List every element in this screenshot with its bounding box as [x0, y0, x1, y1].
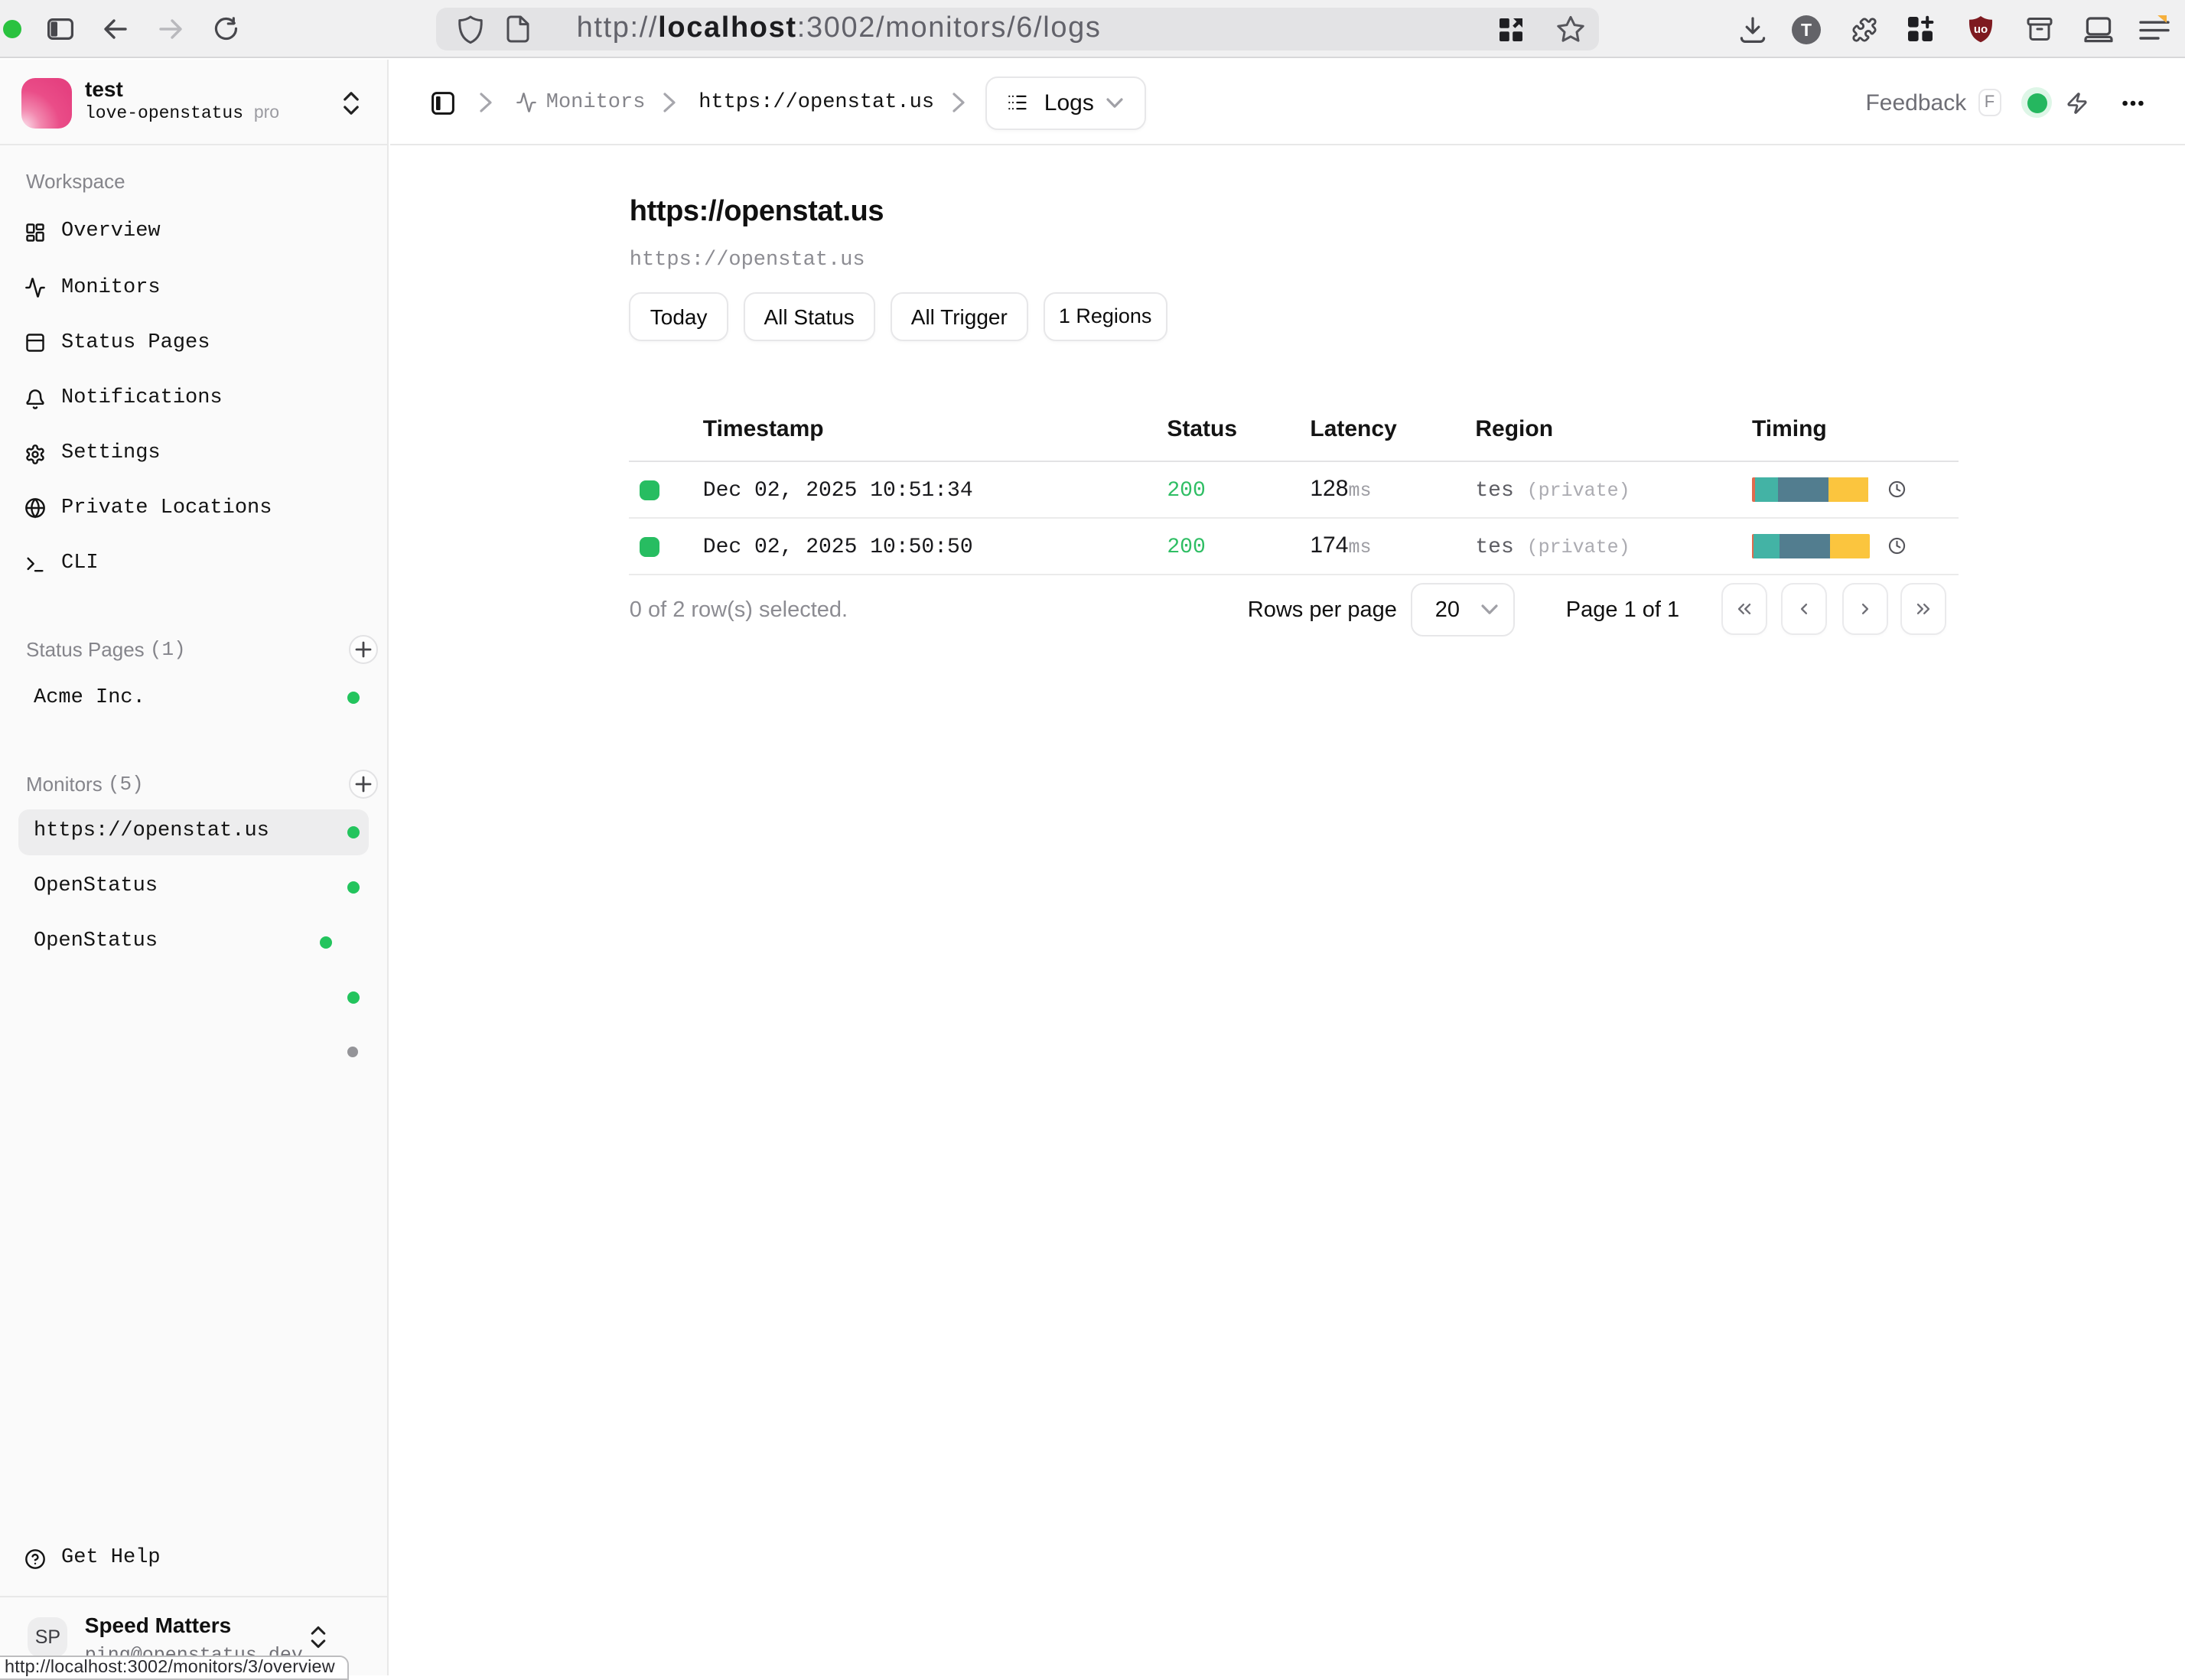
svg-text:uo: uo: [1974, 23, 1988, 36]
svg-text:T: T: [1801, 19, 1812, 39]
